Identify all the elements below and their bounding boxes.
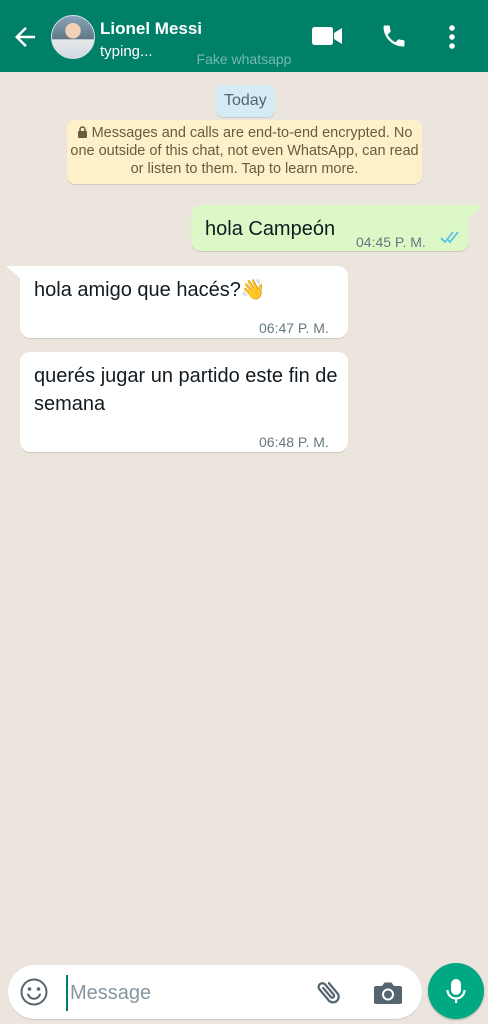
message-text: hola Campeón xyxy=(205,218,336,240)
phone-icon[interactable] xyxy=(380,22,408,50)
mic-icon xyxy=(446,979,466,1003)
watermark-text: Fake whatsapp xyxy=(196,51,292,67)
message-text: hola amigo que hacés?👋 xyxy=(34,279,266,301)
bubble-tail xyxy=(6,266,22,280)
emoji-icon[interactable] xyxy=(19,977,49,1007)
encryption-notice[interactable]: Messages and calls are end-to-end encryp… xyxy=(67,120,422,184)
message-time: 06:47 P. M. xyxy=(259,320,329,336)
contact-name[interactable]: Lionel Messi xyxy=(100,19,202,39)
outgoing-message[interactable]: hola Campeón 04:45 P. M. xyxy=(191,205,483,251)
chat-header: Lionel Messi typing... Fake whatsapp xyxy=(0,0,488,72)
more-vert-icon[interactable] xyxy=(441,22,463,52)
encryption-notice-text: Messages and calls are end-to-end encryp… xyxy=(70,125,419,177)
incoming-message[interactable]: querés jugar un partido este fin de sema… xyxy=(20,352,348,452)
date-divider: Today xyxy=(216,85,275,117)
camera-icon[interactable] xyxy=(372,978,404,1006)
back-arrow-icon[interactable] xyxy=(10,22,40,52)
lock-icon xyxy=(77,126,87,138)
attach-icon[interactable] xyxy=(314,977,344,1007)
read-ticks-icon xyxy=(440,231,459,244)
mic-button[interactable] xyxy=(428,963,484,1019)
message-input[interactable] xyxy=(66,975,302,1011)
message-composer xyxy=(8,965,422,1019)
video-call-icon[interactable] xyxy=(311,22,343,50)
bubble-tail xyxy=(467,205,483,219)
message-text: querés jugar un partido este fin de sema… xyxy=(34,365,338,415)
incoming-message[interactable]: hola amigo que hacés?👋 06:47 P. M. xyxy=(6,266,348,338)
message-time: 04:45 P. M. xyxy=(356,234,426,250)
message-time: 06:48 P. M. xyxy=(259,434,329,450)
